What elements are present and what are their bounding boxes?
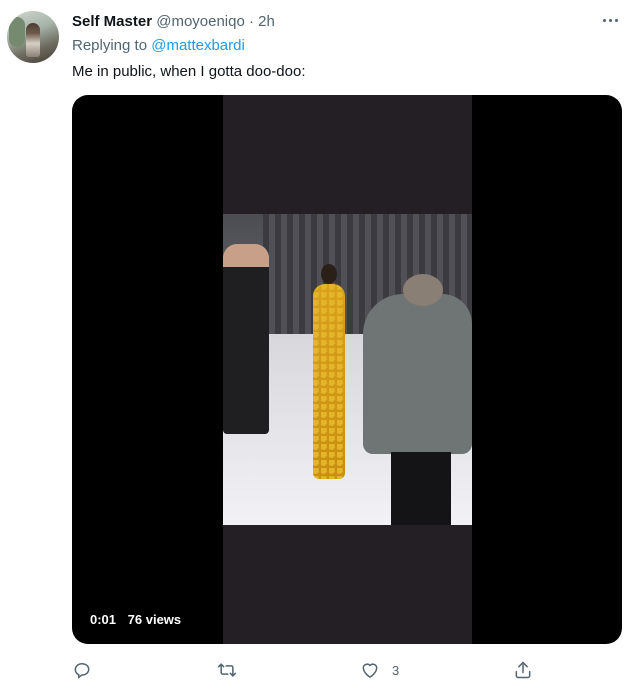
more-dot-icon — [614, 18, 618, 22]
tweet-actions: 3 — [72, 659, 552, 681]
share-button[interactable] — [513, 659, 533, 681]
replying-prefix: Replying to — [72, 37, 148, 54]
reply-icon — [72, 660, 92, 680]
video-player[interactable]: 0:01 76 views — [72, 95, 622, 644]
photographer-hair — [403, 274, 443, 306]
video-frame — [223, 95, 472, 644]
replying-handle-link[interactable]: @mattexbardi — [151, 37, 245, 54]
replying-to: Replying to @mattexbardi — [72, 37, 245, 54]
bodyguard-figure — [223, 244, 269, 434]
heart-icon — [360, 660, 380, 680]
retweet-button[interactable] — [217, 659, 237, 681]
like-button[interactable]: 3 — [360, 659, 399, 681]
retweet-icon — [217, 660, 237, 680]
header-separator: · — [249, 13, 254, 30]
tweet-time[interactable]: 2h — [258, 13, 275, 30]
share-icon — [513, 660, 533, 680]
video-timestamp: 0:01 — [90, 612, 117, 627]
more-dot-icon — [608, 18, 612, 22]
tweet-header: Self Master @moyoeniqo · 2h — [72, 13, 275, 30]
photographer-legs — [391, 452, 451, 525]
like-count: 3 — [392, 662, 400, 678]
video-meta: 0:01 76 views — [90, 612, 181, 627]
display-name[interactable]: Self Master — [72, 13, 152, 30]
model-bodysuit — [313, 284, 345, 479]
video-thumbnail — [223, 214, 472, 525]
video-views: 76 views — [127, 612, 182, 627]
avatar-figure — [26, 23, 40, 57]
model-head — [321, 264, 337, 284]
reply-button[interactable] — [72, 659, 92, 681]
user-handle[interactable]: @moyoeniqo — [156, 13, 245, 30]
model-figure — [303, 264, 355, 484]
more-dot-icon — [602, 18, 606, 22]
more-options-button[interactable] — [598, 8, 622, 32]
avatar-tree — [9, 17, 25, 47]
photographer-coat — [363, 294, 472, 454]
photographer-figure — [363, 274, 472, 525]
tweet-text: Me in public, when I gotta doo-doo: — [72, 63, 306, 80]
avatar[interactable] — [7, 11, 59, 63]
